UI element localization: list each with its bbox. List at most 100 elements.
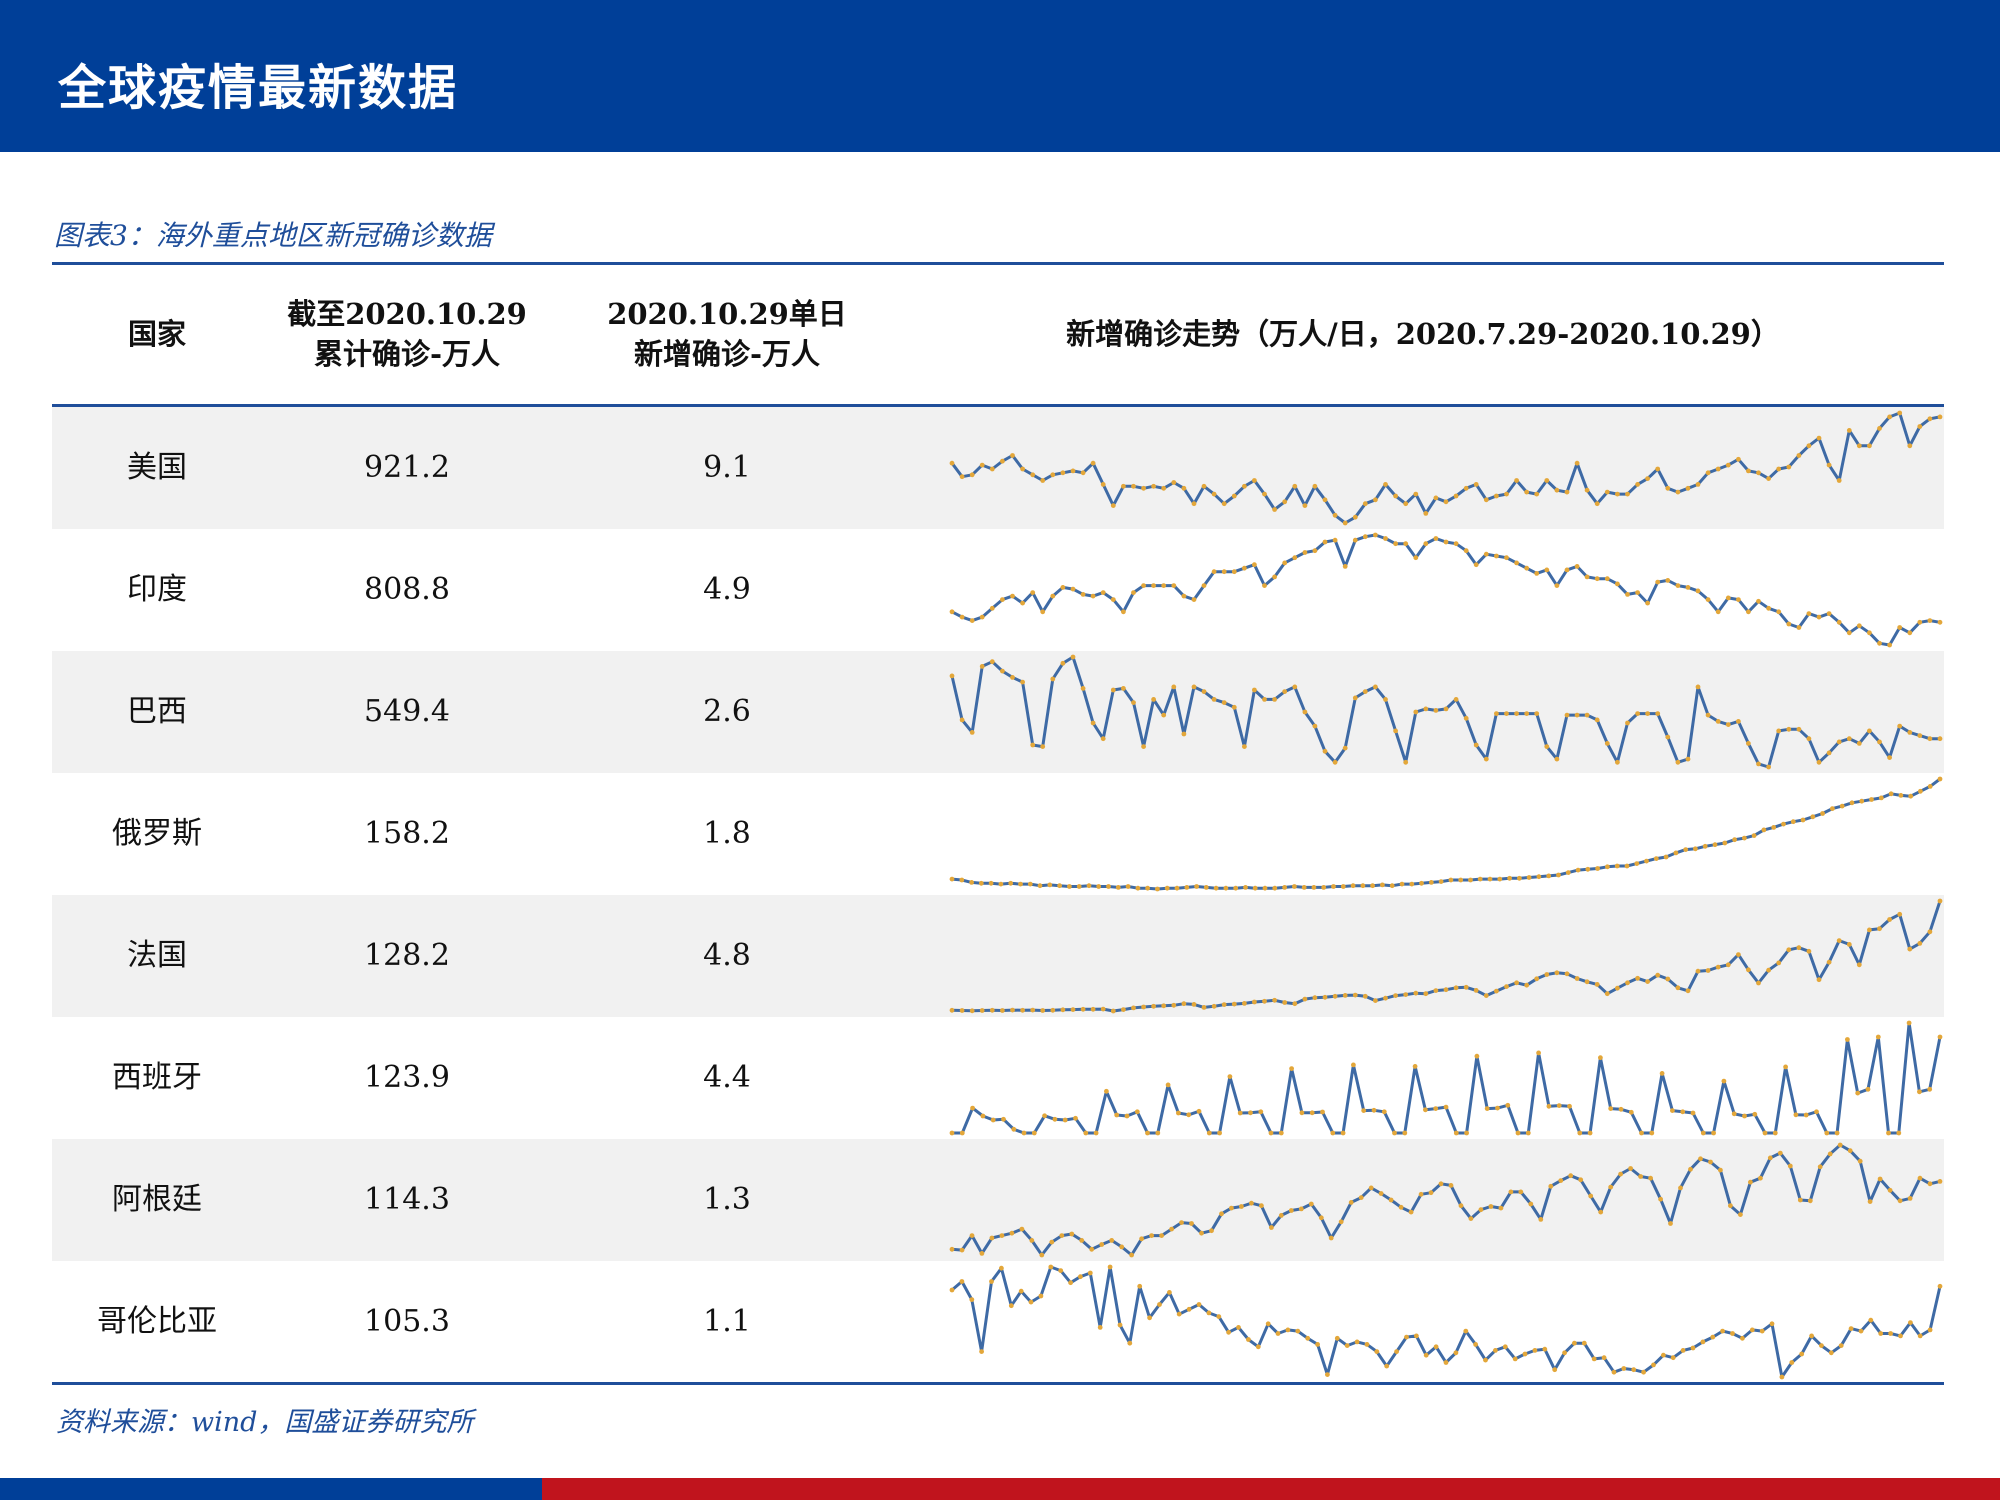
trend-point — [1725, 595, 1731, 601]
trend-point — [1419, 880, 1424, 886]
trend-point — [1846, 428, 1852, 433]
trend-point — [1070, 468, 1076, 474]
trend-point — [959, 1008, 965, 1013]
country-cell: 美国 — [127, 450, 187, 485]
trend-point — [1334, 1335, 1340, 1341]
trend-point — [1191, 501, 1197, 507]
trend-point — [1000, 668, 1005, 674]
trend-point — [1783, 1064, 1788, 1070]
trend-point — [1030, 1007, 1036, 1013]
trend-point — [1897, 1198, 1903, 1204]
trend-point — [1826, 611, 1832, 616]
trend-point — [1464, 1130, 1469, 1136]
trend-point — [1497, 876, 1503, 882]
trend-point — [1062, 1117, 1068, 1123]
trend-point — [1927, 1181, 1933, 1187]
trend-point — [1302, 709, 1308, 715]
trend-point — [1927, 784, 1933, 789]
trend-point — [1766, 605, 1771, 611]
trend-point — [1670, 1355, 1676, 1361]
trend-point — [1272, 885, 1278, 891]
trend-point — [1937, 776, 1943, 782]
trend-point — [1554, 756, 1560, 762]
trend-point — [1134, 1109, 1140, 1115]
trend-point — [1089, 1246, 1095, 1252]
trend-point — [1373, 532, 1378, 538]
trend-point — [1179, 1220, 1184, 1225]
trend-point — [1705, 968, 1711, 973]
trend-point — [1887, 642, 1892, 648]
trend-point — [1312, 483, 1318, 489]
trend-point — [1110, 597, 1116, 602]
trend-point — [1877, 926, 1882, 932]
trend-point — [1097, 1325, 1103, 1330]
trend-point — [1351, 1062, 1356, 1068]
trend-point — [1289, 1066, 1294, 1071]
trend-point — [1715, 719, 1721, 724]
trend-point — [1181, 1001, 1187, 1007]
trend-point — [1751, 833, 1757, 838]
trend-point — [1736, 597, 1741, 602]
trend-point — [1604, 576, 1610, 582]
table-top-rule — [52, 262, 1944, 265]
trend-point — [1302, 550, 1308, 555]
trend-point — [1494, 553, 1499, 559]
trend-point — [1117, 1322, 1123, 1328]
trend-point — [1641, 1369, 1646, 1375]
trend-point — [1058, 1268, 1064, 1273]
trend-point — [1836, 938, 1842, 943]
trend-point — [1786, 726, 1792, 732]
trend-point — [1649, 1130, 1655, 1136]
trend-point — [1495, 1105, 1500, 1111]
trend-point — [1362, 689, 1368, 694]
trend-point — [1246, 1337, 1251, 1342]
trend-point — [1937, 898, 1943, 904]
trend-point — [989, 605, 995, 611]
trend-point — [1086, 883, 1092, 889]
trend-point — [1087, 1270, 1093, 1276]
trend-point — [1119, 1244, 1125, 1250]
trend-sparkline — [949, 1020, 1943, 1136]
trend-point — [1262, 491, 1267, 497]
trend-point — [1624, 863, 1630, 869]
trend-point — [1554, 970, 1560, 976]
trend-point — [1715, 466, 1721, 472]
trend-point — [1858, 1328, 1864, 1334]
trend-point — [1262, 697, 1267, 702]
trend-point — [1746, 609, 1751, 615]
trend-point — [1877, 426, 1882, 431]
trend-point — [1473, 742, 1479, 748]
trend-point — [1769, 1321, 1775, 1327]
trend-point — [1364, 1342, 1370, 1347]
trend-point — [1725, 722, 1731, 727]
trend-point — [1653, 856, 1659, 861]
trend-point — [1131, 700, 1136, 705]
trend-point — [1302, 996, 1308, 1002]
trend-point — [1438, 1181, 1444, 1187]
trend-point — [1083, 1130, 1089, 1136]
trend-point — [1008, 1303, 1014, 1309]
trend-point — [1073, 1115, 1078, 1121]
trend-point — [1418, 1191, 1424, 1197]
trend-point — [1695, 684, 1701, 690]
trend-point — [1060, 585, 1066, 590]
trend-point — [1315, 1342, 1320, 1347]
trend-point — [1402, 1130, 1408, 1136]
trend-point — [1362, 993, 1368, 999]
trend-point — [1526, 875, 1532, 880]
trend-point — [1584, 712, 1590, 718]
trend-point — [1937, 1283, 1943, 1289]
trend-point — [1169, 1226, 1174, 1232]
trend-point — [1223, 885, 1229, 891]
trend-point — [1790, 819, 1796, 825]
trend-point — [1712, 842, 1718, 848]
trend-point — [1453, 493, 1459, 499]
trend-point — [1816, 977, 1822, 983]
daily-cell: 9.1 — [703, 450, 751, 485]
trend-point — [969, 618, 975, 623]
trend-point — [1295, 1328, 1301, 1334]
trend-point — [1562, 1350, 1567, 1356]
trend-point — [1577, 1130, 1583, 1136]
trend-point — [1690, 1110, 1696, 1116]
trend-point — [1090, 1006, 1096, 1012]
